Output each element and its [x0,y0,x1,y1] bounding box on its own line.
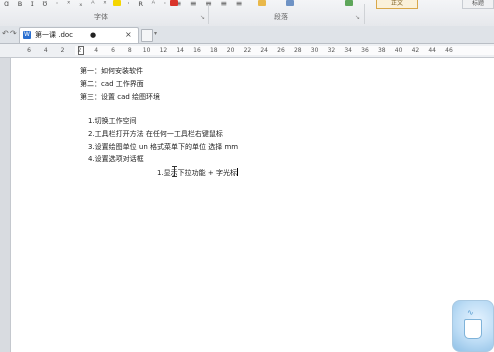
ruler-tick-label: 28 [293,47,302,54]
group-divider [364,4,365,24]
doc-line: 第一：如何安装软件 [80,67,143,75]
ruler-tick-label: 6 [111,47,115,54]
document-page[interactable]: 第一：如何安装软件 第二：cad 工作界面 第三：设置 cad 绘图环境 1.切… [11,58,494,352]
doc-line-current: 1.显示下拉功能 + 字光标 [157,168,238,178]
ruler-tick-label: 32 [327,47,336,54]
shading-icon[interactable] [258,0,266,6]
ribbon-tool-glyphs: ɑ ʙ ɪ ʊ · ˣ ₓ ᴬ ˣ ᴬ · ʀ ᴬ · ≡ ≡ ≡ ≡ ≡ [4,0,246,8]
group-divider [208,4,209,24]
ruler-tick-label: 8 [127,47,132,54]
ruler-tick-label: 20 [226,47,235,54]
ruler-tick-label: 12 [159,47,168,54]
ruler-tick-label: 2 [77,47,82,54]
style-heading-button[interactable]: 标题 [462,0,494,9]
doc-line: 3.设置绘图单位 un 格式菜单下的单位 选择 mm [88,143,239,151]
new-tab-icon[interactable] [141,29,153,42]
doc-line: 2.工具栏打开方法 在任何一工具栏右键鼠标 [88,130,223,138]
close-tab-icon[interactable]: × [125,30,132,40]
ruler-tick-label: 34 [344,47,353,54]
font-group-label: 字体 [94,13,108,21]
ruler-tick-label: 14 [176,47,185,54]
ruler-tick-label: 24 [260,47,269,54]
ribbon: ɑ ʙ ɪ ʊ · ˣ ₓ ᴬ ˣ ᴬ · ʀ ᴬ · ≡ ≡ ≡ ≡ ≡ 字体… [0,0,494,27]
redo-icon[interactable]: ↷ [10,29,17,39]
ruler-tick-label: 36 [361,47,369,54]
ibeam-cursor-icon [172,166,177,177]
sort-icon[interactable] [345,0,353,6]
word-doc-icon: W [23,31,31,39]
font-dialog-launcher-icon[interactable]: ↘ [200,15,205,21]
ruler-tick-label: 22 [243,47,252,54]
doc-line-text: 1.显示下拉功能 + 字光标 [157,169,237,177]
ruler-tick-label: 38 [377,47,386,54]
doc-line: 4.设置选项对话框 [88,155,144,163]
highlight-color-icon[interactable] [113,0,121,6]
ruler-tick-label: 6 [27,47,31,54]
ruler-tick-label: 18 [209,47,218,54]
borders-icon[interactable] [286,0,294,6]
unsaved-indicator: ● [90,31,97,39]
ruler-tick-label: 40 [394,47,403,54]
style-normal-button[interactable]: 正文 [376,0,418,9]
ruler-tick-label: 4 [94,47,99,54]
text-caret [237,168,238,176]
ruler-tick-label: 4 [43,47,48,54]
ruler-tick-label: 10 [142,47,151,54]
cup-icon [464,319,482,339]
ruler-tick-label: 2 [60,47,65,54]
undo-icon[interactable]: ↶ [2,29,9,39]
paragraph-group-label: 段落 [274,13,288,21]
doc-line: 1.切换工作空间 [88,117,137,125]
horizontal-ruler[interactable]: 6 4 2 2 4 6 8 10 12 14 16 18 20 22 24 26 28 30 32 34 36 38 40 4… [0,44,494,58]
doc-line: 第二：cad 工作界面 [80,80,144,88]
document-tab-bar: ↶ ↷ W 第一课 .doc ● × ▾ [0,26,494,44]
ruler-tick-label: 16 [193,47,201,54]
ruler-tick-label: 26 [277,47,285,54]
paragraph-dialog-launcher-icon[interactable]: ↘ [355,15,360,21]
document-tab[interactable]: W 第一课 .doc ● × [19,27,139,43]
ruler-tick-label: 30 [310,47,319,54]
document-tab-title: 第一课 .doc [35,31,74,39]
steam-icon: ∿ [467,308,474,317]
ruler-tick-label: 42 [411,47,420,54]
chevron-down-icon[interactable]: ▾ [154,30,157,38]
doc-line: 第三：设置 cad 绘图环境 [80,93,161,101]
left-margin [0,58,11,352]
assistant-widget-icon[interactable]: ∿ [452,300,494,352]
font-color-icon[interactable] [170,0,178,6]
ruler-tick-label: 44 [428,47,437,54]
ruler-tick-label: 46 [445,47,453,54]
